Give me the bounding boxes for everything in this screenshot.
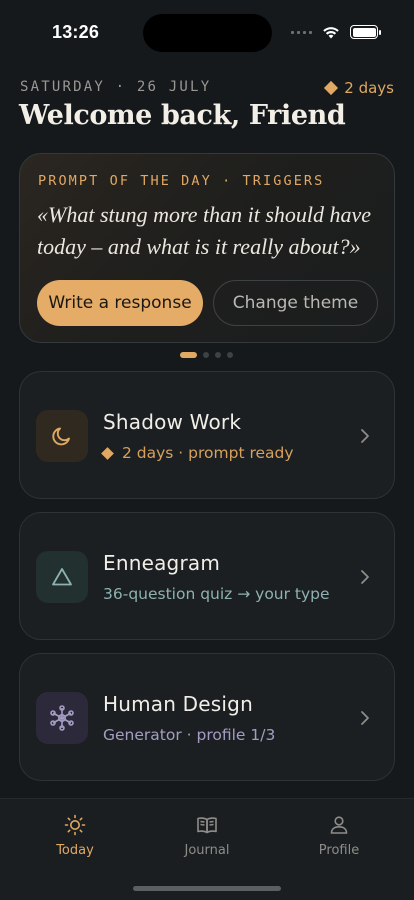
write-response-button[interactable]: Write a response <box>37 280 203 326</box>
tab-journal[interactable]: Journal <box>152 813 262 858</box>
tab-today[interactable]: Today <box>20 813 130 858</box>
pager-dot[interactable] <box>203 352 209 358</box>
home-indicator[interactable] <box>133 886 281 891</box>
module-subtitle: 2 days · prompt ready <box>101 444 294 462</box>
streak-label: 2 days <box>344 79 394 97</box>
card-pager[interactable] <box>180 352 233 358</box>
battery-icon <box>350 25 381 39</box>
module-title: Human Design <box>103 692 253 716</box>
triangle-icon <box>36 551 88 603</box>
prompt-text: «What stung more than it should have tod… <box>37 202 372 259</box>
module-subtitle: Generator · profile 1/3 <box>103 726 276 744</box>
pager-dot[interactable] <box>215 352 221 358</box>
tab-label: Today <box>56 843 94 858</box>
status-bar: 13:26 <box>0 0 414 60</box>
sun-icon <box>64 814 86 836</box>
pager-dot-active[interactable] <box>180 352 197 358</box>
status-time: 13:26 <box>52 22 100 42</box>
page-title: Welcome back, Friend <box>19 100 346 131</box>
chevron-right-icon <box>361 711 369 725</box>
status-indicators <box>291 25 381 39</box>
module-subtitle: 36-question quiz → your type <box>103 585 330 603</box>
tab-profile[interactable]: Profile <box>284 813 394 858</box>
moon-icon <box>36 410 88 462</box>
book-icon <box>197 817 217 834</box>
prompt-eyebrow: PROMPT OF THE DAY · TRIGGERS <box>38 173 325 189</box>
diamond-icon <box>324 80 339 96</box>
wifi-icon <box>323 26 339 38</box>
streak-badge[interactable]: 2 days <box>324 79 394 97</box>
dynamic-island <box>143 14 272 52</box>
tab-bar: Today Journal Profile <box>0 798 414 900</box>
network-icon <box>36 692 88 744</box>
module-shadow-work[interactable]: Shadow Work 2 days · prompt ready <box>19 371 395 499</box>
date-label: SATURDAY · 26 JULY <box>20 79 212 95</box>
chevron-right-icon <box>361 429 369 443</box>
change-theme-button[interactable]: Change theme <box>213 280 378 326</box>
signal-icon <box>291 30 312 34</box>
tab-label: Journal <box>184 843 230 858</box>
module-title: Enneagram <box>103 551 221 575</box>
diamond-icon <box>101 446 114 460</box>
pager-dot[interactable] <box>227 352 233 358</box>
prompt-of-the-day-card[interactable]: PROMPT OF THE DAY · TRIGGERS «What stung… <box>19 153 395 343</box>
person-icon <box>330 816 348 834</box>
module-human-design[interactable]: Human Design Generator · profile 1/3 <box>19 653 395 781</box>
module-title: Shadow Work <box>103 410 242 434</box>
chevron-right-icon <box>361 570 369 584</box>
module-enneagram[interactable]: Enneagram 36-question quiz → your type <box>19 512 395 640</box>
tab-label: Profile <box>318 843 360 858</box>
module-subtitle-text: 2 days · prompt ready <box>122 444 294 462</box>
